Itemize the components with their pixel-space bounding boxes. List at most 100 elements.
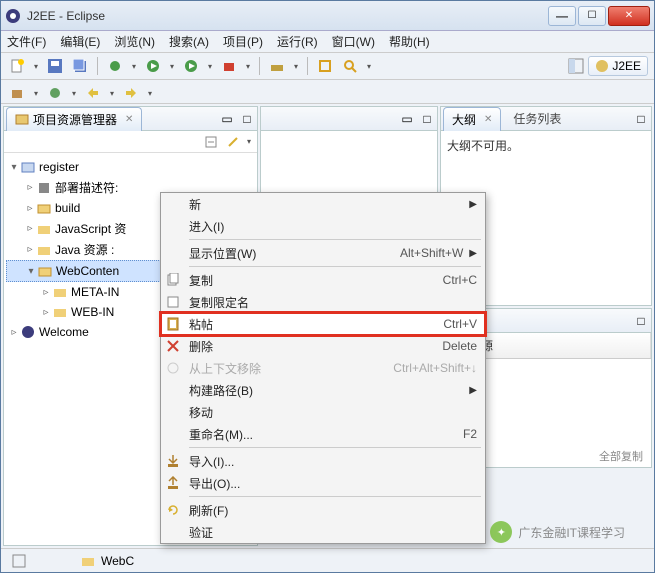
maximize-view-icon[interactable]: □ — [237, 109, 257, 129]
link-editor-icon[interactable] — [223, 132, 243, 152]
dropdown-icon[interactable]: ▾ — [32, 62, 40, 71]
dropdown-icon[interactable]: ▾ — [130, 62, 138, 71]
tree-item-register[interactable]: ▾register — [6, 157, 255, 177]
status-text: WebC — [101, 554, 134, 568]
dropdown-icon[interactable]: ▾ — [146, 89, 154, 98]
ctx-export[interactable]: 导出(O)... — [161, 472, 485, 494]
menu-project[interactable]: 项目(P) — [223, 33, 263, 50]
outline-empty-text: 大纲不可用。 — [441, 131, 651, 160]
copy-icon — [165, 272, 181, 288]
deploy-icon — [36, 180, 52, 196]
maximize-view-icon[interactable]: □ — [631, 311, 651, 331]
ctx-refresh[interactable]: 刷新(F) — [161, 499, 485, 521]
ctx-build-path[interactable]: 构建路径(B)▶ — [161, 379, 485, 401]
welcome-icon — [20, 324, 36, 340]
save-icon[interactable] — [45, 56, 65, 76]
import-icon — [165, 453, 181, 469]
secondary-toolbar: ▾ ▾ ▾ ▾ — [1, 80, 654, 104]
dropdown-icon[interactable]: ▾ — [244, 62, 252, 71]
remove-icon — [165, 360, 181, 376]
perspective-j2ee[interactable]: J2EE — [588, 56, 648, 76]
ctx-new[interactable]: 新▶ — [161, 193, 485, 215]
ctx-move[interactable]: 移动 — [161, 401, 485, 423]
ctx-copy[interactable]: 复制Ctrl+C — [161, 269, 485, 291]
maximize-view-icon[interactable]: □ — [417, 109, 437, 129]
ctx-validate[interactable]: 验证 — [161, 521, 485, 543]
ctx-delete[interactable]: 删除Delete — [161, 335, 485, 357]
title-bar: J2EE - Eclipse — ☐ ✕ — [1, 1, 654, 31]
menu-navigate[interactable]: 浏览(N) — [114, 33, 155, 50]
app-icon — [5, 8, 21, 24]
ctx-import[interactable]: 导入(I)... — [161, 450, 485, 472]
wechat-icon: ✦ — [490, 521, 512, 543]
run-icon[interactable] — [143, 56, 163, 76]
debug-icon[interactable] — [105, 56, 125, 76]
ext-tools-icon[interactable] — [219, 56, 239, 76]
dropdown-icon[interactable]: ▾ — [292, 62, 300, 71]
search-icon[interactable] — [340, 56, 360, 76]
collapse-all-icon[interactable] — [201, 132, 221, 152]
dropdown-icon[interactable]: ▾ — [365, 62, 373, 71]
folder-icon — [36, 200, 52, 216]
ctx-into[interactable]: 进入(I) — [161, 215, 485, 237]
save-all-icon[interactable] — [70, 56, 90, 76]
minimize-button[interactable]: — — [548, 6, 576, 26]
export-icon — [165, 475, 181, 491]
dropdown-icon[interactable]: ▾ — [206, 62, 214, 71]
dropdown-icon[interactable]: ▾ — [32, 89, 40, 98]
folder-icon — [52, 284, 68, 300]
menu-file[interactable]: 文件(F) — [7, 33, 46, 50]
close-tab-icon[interactable]: ✕ — [125, 114, 133, 125]
run-last-icon[interactable] — [181, 56, 201, 76]
column-resource[interactable]: 资源 — [461, 333, 651, 358]
ctx-remove-context[interactable]: 从上下文移除Ctrl+Alt+Shift+↓ — [161, 357, 485, 379]
menu-run[interactable]: 运行(R) — [277, 33, 318, 50]
window-title: J2EE - Eclipse — [27, 9, 548, 23]
folder-icon — [81, 554, 95, 568]
close-tab-icon[interactable]: ✕ — [484, 114, 492, 125]
project-explorer-tab[interactable]: 项目资源管理器 ✕ — [6, 107, 142, 131]
watermark-text: 广东金融IT课程学习 — [518, 524, 625, 541]
minimize-view-icon[interactable]: ▭ — [397, 109, 417, 129]
new-icon[interactable] — [7, 56, 27, 76]
menu-search[interactable]: 搜索(A) — [169, 33, 209, 50]
nav-icon[interactable] — [83, 83, 103, 103]
ctx-paste[interactable]: 粘帖Ctrl+V — [161, 313, 485, 335]
refresh-icon — [165, 502, 181, 518]
type-icon[interactable] — [45, 83, 65, 103]
status-bar: WebC — [1, 548, 654, 572]
outline-tab[interactable]: 大纲✕ — [443, 107, 501, 131]
open-type-icon[interactable] — [315, 56, 335, 76]
dropdown-icon[interactable]: ▾ — [108, 89, 116, 98]
folder-icon — [37, 263, 53, 279]
menu-edit[interactable]: 编辑(E) — [60, 33, 100, 50]
explorer-toolbar: ▾ — [4, 131, 257, 153]
tasklist-tab[interactable]: 任务列表 — [505, 107, 569, 130]
perspective-label: J2EE — [612, 59, 641, 73]
ctx-copy-qn[interactable]: 复制限定名 — [161, 291, 485, 313]
package-icon[interactable] — [7, 83, 27, 103]
main-toolbar: ▾ ▾ ▾ ▾ ▾ ▾ ▾ J2EE — [1, 53, 654, 80]
tab-label: 项目资源管理器 — [33, 111, 117, 128]
new-server-icon[interactable] — [267, 56, 287, 76]
ctx-show-in[interactable]: 显示位置(W)Alt+Shift+W▶ — [161, 242, 485, 264]
open-perspective-icon[interactable] — [566, 56, 586, 76]
close-button[interactable]: ✕ — [608, 6, 650, 26]
paste-icon — [165, 316, 181, 332]
dropdown-icon[interactable]: ▾ — [168, 62, 176, 71]
show-view-icon[interactable] — [9, 551, 29, 571]
view-menu-icon[interactable]: ▾ — [245, 137, 253, 146]
ctx-rename[interactable]: 重命名(M)...F2 — [161, 423, 485, 445]
maximize-button[interactable]: ☐ — [578, 6, 606, 26]
project-icon — [20, 159, 36, 175]
copy-qn-icon — [165, 294, 181, 310]
maximize-view-icon[interactable]: □ — [631, 109, 651, 129]
menu-help[interactable]: 帮助(H) — [389, 33, 430, 50]
dropdown-icon[interactable]: ▾ — [70, 89, 78, 98]
minimize-view-icon[interactable]: ▭ — [217, 109, 237, 129]
menu-bar: 文件(F) 编辑(E) 浏览(N) 搜索(A) 项目(P) 运行(R) 窗口(W… — [1, 31, 654, 53]
delete-icon — [165, 338, 181, 354]
menu-window[interactable]: 窗口(W) — [332, 33, 375, 50]
folder-icon — [52, 304, 68, 320]
nav-fwd-icon[interactable] — [121, 83, 141, 103]
